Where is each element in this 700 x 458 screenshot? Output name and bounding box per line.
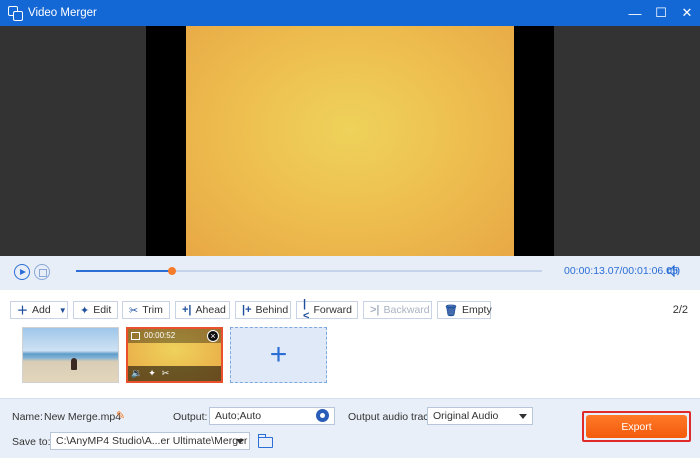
window-title: Video Merger — [28, 7, 97, 19]
chevron-down-icon[interactable]: ▼ — [59, 306, 67, 315]
video-preview — [0, 26, 700, 256]
clip-thumbnail-selected[interactable]: 00:00:52 × 🔉 ✦ ✂ — [126, 327, 223, 383]
audio-track-value: Original Audio — [433, 410, 499, 422]
preview-letterbox — [146, 26, 554, 256]
magic-wand-icon[interactable]: ✦ — [148, 368, 156, 379]
audio-icon[interactable]: 🔉 — [131, 368, 142, 379]
ahead-button[interactable]: +| Ahead — [175, 301, 230, 319]
save-to-label: Save to: — [12, 436, 51, 448]
time-readout: 00:00:13.07/00:01:06.05 — [564, 265, 678, 277]
ahead-label: Ahead — [195, 304, 226, 316]
close-button[interactable]: ✕ — [674, 0, 700, 26]
name-label: Name: — [12, 411, 43, 423]
film-icon — [131, 332, 140, 340]
forward-button[interactable]: |< Forward — [296, 298, 358, 322]
app-icon — [8, 6, 23, 21]
chevron-down-icon — [519, 414, 527, 419]
clip-strip: 00:00:52 × 🔉 ✦ ✂ + — [0, 320, 700, 398]
scissors-icon[interactable]: ✂ — [162, 368, 170, 379]
pencil-icon[interactable]: ✎ — [116, 409, 125, 422]
export-highlight: Export — [582, 411, 691, 442]
minimize-button[interactable]: — — [622, 0, 648, 26]
edit-button[interactable]: ✦ Edit — [73, 301, 118, 319]
behind-button[interactable]: |+ Behind — [235, 301, 291, 319]
plus-icon: + — [269, 338, 288, 371]
save-path-value: C:\AnyMP4 Studio\A...er Ultimate\Merger — [56, 435, 248, 447]
preview-frame — [186, 26, 514, 256]
output-value: Auto;Auto — [215, 410, 262, 422]
thumbnail-person — [71, 358, 77, 370]
volume-icon[interactable] — [667, 265, 681, 277]
plus-bar-icon: +| — [182, 304, 192, 316]
progress-slider[interactable] — [76, 267, 542, 275]
trim-button[interactable]: ✂ Trim — [122, 301, 170, 319]
magic-wand-icon: ✦ — [80, 304, 90, 317]
save-path-select[interactable]: C:\AnyMP4 Studio\A...er Ultimate\Merger — [50, 432, 250, 450]
edit-label: Edit — [93, 304, 112, 316]
scissors-icon: ✂ — [129, 304, 139, 317]
add-clip-tile[interactable]: + — [230, 327, 327, 383]
chevron-down-icon — [236, 439, 244, 444]
stop-icon[interactable] — [34, 264, 50, 280]
current-time: 00:00:13.07 — [564, 265, 620, 277]
window-controls: — ☐ ✕ — [622, 0, 700, 26]
clip-duration: 00:00:52 — [144, 331, 176, 340]
progress-fill — [76, 270, 172, 272]
behind-label: Behind — [255, 304, 289, 316]
maximize-button[interactable]: ☐ — [648, 0, 674, 26]
playback-bar: 00:00:13.07/00:01:06.05 — [0, 256, 700, 290]
forward-icon: |< — [303, 298, 310, 322]
audio-track-select[interactable]: Original Audio — [427, 407, 533, 425]
backward-label: Backward — [383, 304, 430, 316]
remove-clip-icon[interactable]: × — [207, 330, 219, 342]
trim-label: Trim — [142, 304, 163, 316]
add-label: Add — [32, 304, 51, 316]
empty-button[interactable]: 🗑 Empty — [437, 301, 492, 319]
gear-icon[interactable] — [316, 409, 329, 422]
plus-icon: ＋ — [17, 305, 28, 317]
bar-plus-icon: |+ — [242, 304, 252, 316]
output-label: Output: — [173, 411, 208, 423]
page-count: 2/2 — [672, 304, 688, 316]
clip-actions: 🔉 ✦ ✂ — [128, 366, 221, 381]
forward-label: Forward — [313, 304, 352, 316]
audio-track-label: Output audio track: — [348, 411, 437, 423]
clip-thumbnail[interactable] — [22, 327, 119, 383]
empty-label: Empty — [461, 304, 492, 316]
title-bar: Video Merger — ☐ ✕ — [0, 0, 700, 26]
add-button[interactable]: ＋ Add ▼ — [10, 301, 68, 319]
name-value: New Merge.mp4 — [44, 411, 122, 423]
backward-icon: >| — [370, 304, 380, 316]
play-icon[interactable] — [14, 264, 30, 280]
folder-icon[interactable] — [258, 434, 273, 448]
trash-icon: 🗑 — [444, 304, 458, 317]
export-button[interactable]: Export — [586, 415, 687, 438]
progress-handle[interactable] — [167, 267, 176, 275]
backward-button[interactable]: >| Backward — [363, 301, 432, 319]
